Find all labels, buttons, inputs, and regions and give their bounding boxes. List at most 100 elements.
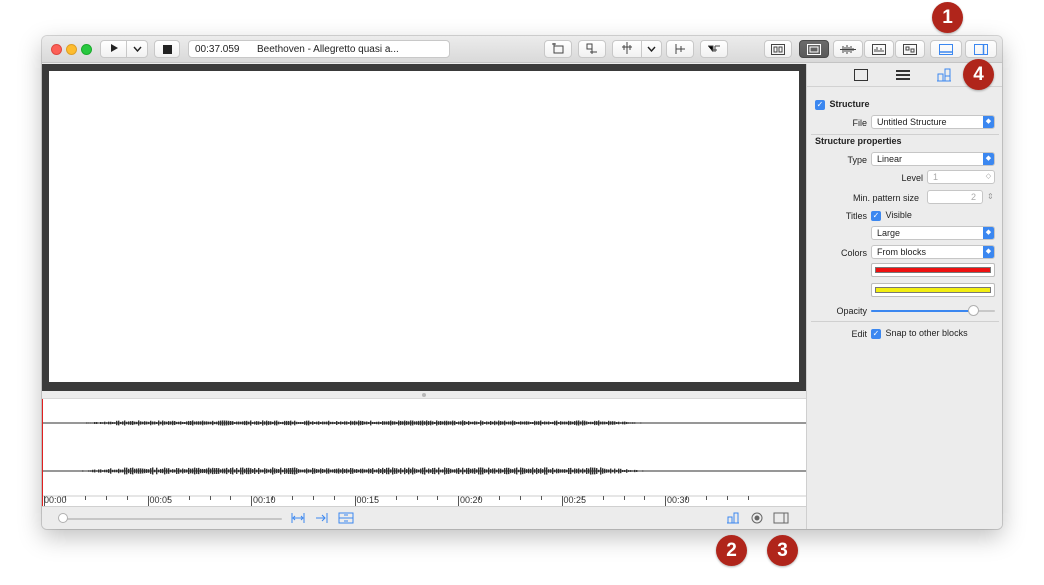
zoom-window-button[interactable] [81,44,92,55]
ruler-major-tick [147,496,149,506]
edit-label: Edit [851,329,867,339]
time-display: 00:37.059 [195,43,240,55]
callout-badge-1: 1 [932,2,963,33]
snap-label: Snap to other blocks [885,328,968,338]
split-resize-handle[interactable] [422,393,426,397]
titles-row: Titles ✓ Visible [807,208,1002,224]
min-pattern-label: Min. pattern size [852,193,919,203]
file-label: File [852,118,867,128]
popup-chevron-icon: ◇ [985,173,992,180]
inspector-tab-list-icon[interactable] [895,68,911,82]
split-block-button[interactable] [578,40,606,58]
close-window-button[interactable] [51,44,62,55]
playhead[interactable] [42,399,43,507]
titles-size-value: Large [877,228,901,238]
ruler-minor-tick [478,496,480,500]
ruler-minor-tick [292,496,294,500]
titles-size-popup[interactable]: Large ◆ [871,226,995,240]
color-well-red[interactable] [871,263,995,277]
snap-checkbox[interactable]: ✓ [871,328,881,339]
ruler-minor-tick [706,496,708,500]
ruler-minor-tick [437,496,439,500]
merge-blocks-button[interactable] [700,40,728,58]
ruler-minor-tick [85,496,87,500]
ruler-minor-tick [623,496,625,500]
inspector-tab-document-icon[interactable] [853,68,869,82]
ruler-minor-tick [375,496,377,500]
stop-button[interactable] [154,40,180,58]
blocks-view-icon [771,43,785,55]
play-button[interactable] [101,43,126,56]
opacity-slider-fill [871,310,973,312]
bottom-bar [42,506,806,529]
inspector-toggle-icon[interactable] [773,511,789,525]
chevron-down-icon [647,46,656,52]
stepper-icon[interactable]: ⇕ [987,192,994,201]
structure-canvas[interactable] [49,71,799,382]
edit-row: Edit ✓ Snap to other blocks [807,326,1002,342]
titles-visible-label: Visible [885,210,912,220]
divider [811,134,999,135]
titles-label: Titles [845,211,867,221]
opacity-row: Opacity [807,303,1002,319]
inspector-panel: ✓ Structure File Untitled Structure ◆ St… [806,64,1002,529]
zoom-slider-track[interactable] [62,518,282,520]
ruler-minor-tick [188,496,190,500]
view-mode-grid-button[interactable] [895,40,925,58]
fit-width-icon[interactable] [290,511,306,525]
ruler-minor-tick [685,496,687,500]
structure-label: Structure [829,99,870,109]
bottom-panel-icon [939,43,953,55]
split-icon [586,43,597,54]
file-popup[interactable]: Untitled Structure ◆ [871,115,995,129]
popup-chevron-icon: ◆ [983,246,994,258]
colors-popup[interactable]: From blocks ◆ [871,245,995,259]
view-mode-spectrum-button[interactable] [864,40,894,58]
insert-boundary-button[interactable] [666,40,694,58]
structure-toggle-row: ✓ Structure [807,97,1002,113]
inspector-tab-structure-icon[interactable] [936,68,952,82]
view-mode-waveform-button[interactable] [833,40,863,58]
ruler-minor-tick [230,496,232,500]
ruler-label: 00:00 [44,495,67,505]
ruler-major-tick [251,496,252,506]
spectrum-view-icon [872,43,886,55]
ruler-minor-tick [333,496,335,500]
structure-checkbox[interactable]: ✓ [815,99,825,110]
opacity-slider-knob[interactable] [967,305,979,316]
view-mode-canvas-button[interactable] [799,40,829,58]
play-mode-dropdown[interactable] [127,44,147,55]
level-label: Level [901,173,923,183]
toggle-inspector-button[interactable] [965,40,997,58]
level-popup-value: 1 [933,172,939,182]
minimize-window-button[interactable] [66,44,77,55]
waveform-view[interactable]: 00:00 00:05 00:10 00:15 00:20 00:25 00:30 [42,398,806,507]
colors-row: Colors From blocks ◆ [807,245,1002,261]
app-window: 00:37.059 Beethoven - Allegretto quasi a… [42,36,1002,529]
record-icon[interactable] [749,511,765,525]
marker-dropdown[interactable] [642,44,661,55]
structure-edit-icon[interactable] [725,511,741,525]
scroll-sync-icon[interactable] [338,511,354,525]
add-block-button[interactable] [544,40,572,58]
ruler-minor-tick [644,496,646,500]
type-popup[interactable]: Linear ◆ [871,152,995,166]
titles-visible-checkbox[interactable]: ✓ [871,210,881,221]
marker-button[interactable] [613,41,641,57]
grid-view-icon [903,43,917,55]
popup-chevron-icon: ◆ [983,227,994,239]
color-well-yellow[interactable] [871,283,995,297]
ruler-minor-tick [582,496,584,500]
callout-badge-4: 4 [963,59,994,90]
callout-badge-2: 2 [716,535,747,566]
structure-canvas-frame [42,64,806,391]
min-pattern-field[interactable]: 2 [927,190,983,204]
view-mode-blocks-button[interactable] [764,40,792,58]
ruler-minor-tick [64,496,66,500]
follow-playhead-icon[interactable] [314,511,330,525]
waveform-view-icon [840,44,856,54]
toggle-bottom-panel-button[interactable] [930,40,962,58]
zoom-slider-knob[interactable] [58,513,68,523]
level-popup[interactable]: 1 ◇ [927,170,995,184]
ruler-minor-tick [395,496,397,500]
